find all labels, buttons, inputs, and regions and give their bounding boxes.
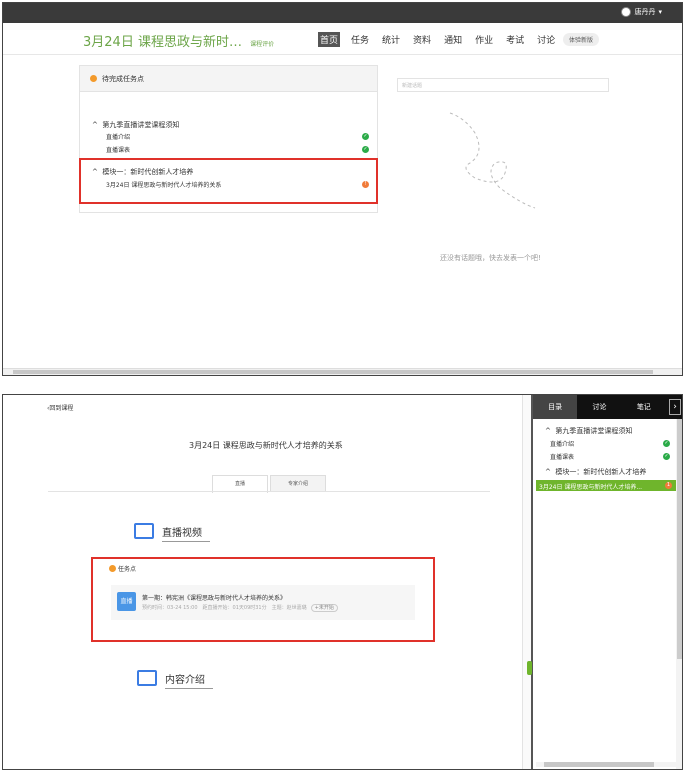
panel-title: 待完成任务点	[102, 74, 144, 83]
sidebar-scrollbar[interactable]	[676, 419, 682, 769]
section-content-intro: 内容介绍	[137, 670, 213, 689]
main-scrollbar[interactable]	[522, 395, 531, 769]
tab-catalog[interactable]: 目录	[533, 395, 578, 419]
sidebar-item-live-intro[interactable]: 直播介绍	[550, 439, 574, 448]
panel-header: 待完成任务点	[80, 66, 377, 92]
sidebar-item-active-lesson[interactable]: 3月24日 课程思政与新时代人才培养...	[536, 480, 677, 491]
tab-notes[interactable]: 笔记	[622, 395, 666, 419]
highlight-box	[79, 158, 378, 204]
check-icon: ✓	[362, 133, 369, 140]
user-avatar-icon	[621, 7, 632, 17]
task-live-schedule[interactable]: 直播课表	[106, 145, 130, 154]
sidebar-group-module-one[interactable]: ^ 模块一：新时代创新人才培养	[545, 467, 646, 477]
tab-expert[interactable]: 专家介绍	[270, 475, 326, 492]
course-nav: 首页 任务 统计 资料 通知 作业 考试 讨论	[318, 32, 557, 47]
check-icon: ✓	[362, 146, 369, 153]
course-evaluation-link[interactable]: 课程评价	[250, 41, 274, 48]
course-title: 3月24日 课程思政与新时… 课程评价	[83, 31, 274, 50]
chevron-right-icon[interactable]: ›	[669, 399, 681, 415]
section-intro-title: 内容介绍	[165, 674, 205, 686]
nav-tasks[interactable]: 任务	[349, 32, 371, 47]
sidebar-group-notice-label: 第九季直播讲堂课程须知	[555, 427, 633, 435]
back-label: 回到课程	[49, 405, 74, 412]
right-sidebar: 目录 讨论 笔记 › ^ 第九季直播讲堂课程须知 直播介绍 ✓ 直播课表 ✓ ^…	[533, 395, 682, 769]
nav-stats[interactable]: 统计	[380, 32, 402, 47]
pane-toggle-handle[interactable]	[527, 661, 532, 675]
new-topic-input[interactable]: 新建话题	[397, 78, 609, 92]
sidebar-hscrollbar-thumb[interactable]	[544, 762, 654, 767]
sidebar-item-live-schedule[interactable]: 直播课表	[550, 452, 574, 461]
group-course-notice[interactable]: ^ 第九季直播讲堂课程须知	[92, 120, 179, 130]
sidebar-group-notice[interactable]: ^ 第九季直播讲堂课程须知	[545, 426, 632, 436]
empty-doodle-icon	[449, 112, 536, 209]
user-menu[interactable]: 唐丹丹 ▾	[621, 7, 662, 17]
pending-dot-icon	[90, 75, 97, 82]
chevron-down-icon: ▾	[658, 8, 662, 16]
book-icon	[137, 670, 157, 686]
empty-topics-text: 还没有话题哦，快去发表一个吧!	[440, 254, 541, 262]
check-icon: ✓	[663, 440, 670, 447]
section-underline	[162, 541, 210, 542]
tab-discussion[interactable]: 讨论	[577, 395, 621, 419]
section-live-video: 直播视频	[134, 523, 210, 542]
nav-home[interactable]: 首页	[318, 32, 341, 47]
new-version-button[interactable]: 体验新版	[563, 33, 600, 46]
section-underline	[165, 688, 213, 689]
group-course-notice-label: 第九季直播讲堂课程须知	[102, 121, 180, 129]
nav-discussion[interactable]: 讨论	[535, 32, 557, 47]
warning-icon: 1	[665, 482, 672, 489]
back-to-course-link[interactable]: ‹回到课程	[47, 403, 73, 412]
tv-icon	[134, 523, 154, 539]
top-bar: 唐丹丹 ▾	[3, 3, 682, 23]
course-header: 3月24日 课程思政与新时… 课程评价 首页 任务 统计 资料 通知 作业 考试…	[3, 23, 682, 55]
sidebar-hscrollbar[interactable]	[536, 762, 677, 767]
tab-divider	[48, 491, 490, 492]
user-name: 唐丹丹	[634, 8, 656, 16]
lesson-title: 3月24日 课程思政与新时代人才培养的关系	[189, 441, 343, 450]
task-live-intro[interactable]: 直播介绍	[106, 132, 130, 141]
screenshot-composite: 唐丹丹 ▾ 3月24日 课程思政与新时… 课程评价 首页 任务 统计 资料 通知…	[0, 0, 685, 772]
sidebar-scrollbar-thumb[interactable]	[677, 419, 682, 659]
sidebar-item-active-label: 3月24日 课程思政与新时代人才培养...	[539, 484, 643, 491]
highlight-box	[91, 557, 435, 642]
course-home-screen: 唐丹丹 ▾ 3月24日 课程思政与新时… 课程评价 首页 任务 统计 资料 通知…	[2, 2, 683, 376]
nav-materials[interactable]: 资料	[411, 32, 433, 47]
check-icon: ✓	[663, 453, 670, 460]
sidebar-tabs: 目录 讨论 笔记	[533, 395, 682, 419]
nav-exams[interactable]: 考试	[504, 32, 526, 47]
nav-notices[interactable]: 通知	[442, 32, 464, 47]
horizontal-scrollbar[interactable]	[3, 368, 682, 375]
nav-homework[interactable]: 作业	[473, 32, 495, 47]
section-live-video-title: 直播视频	[162, 527, 202, 539]
lesson-screen: ‹回到课程 3月24日 课程思政与新时代人才培养的关系 直播 专家介绍 直播视频…	[2, 394, 683, 770]
sidebar-group-module-one-label: 模块一：新时代创新人才培养	[555, 468, 647, 476]
course-title-text: 3月24日 课程思政与新时…	[83, 35, 242, 50]
scrollbar-thumb[interactable]	[13, 370, 653, 374]
